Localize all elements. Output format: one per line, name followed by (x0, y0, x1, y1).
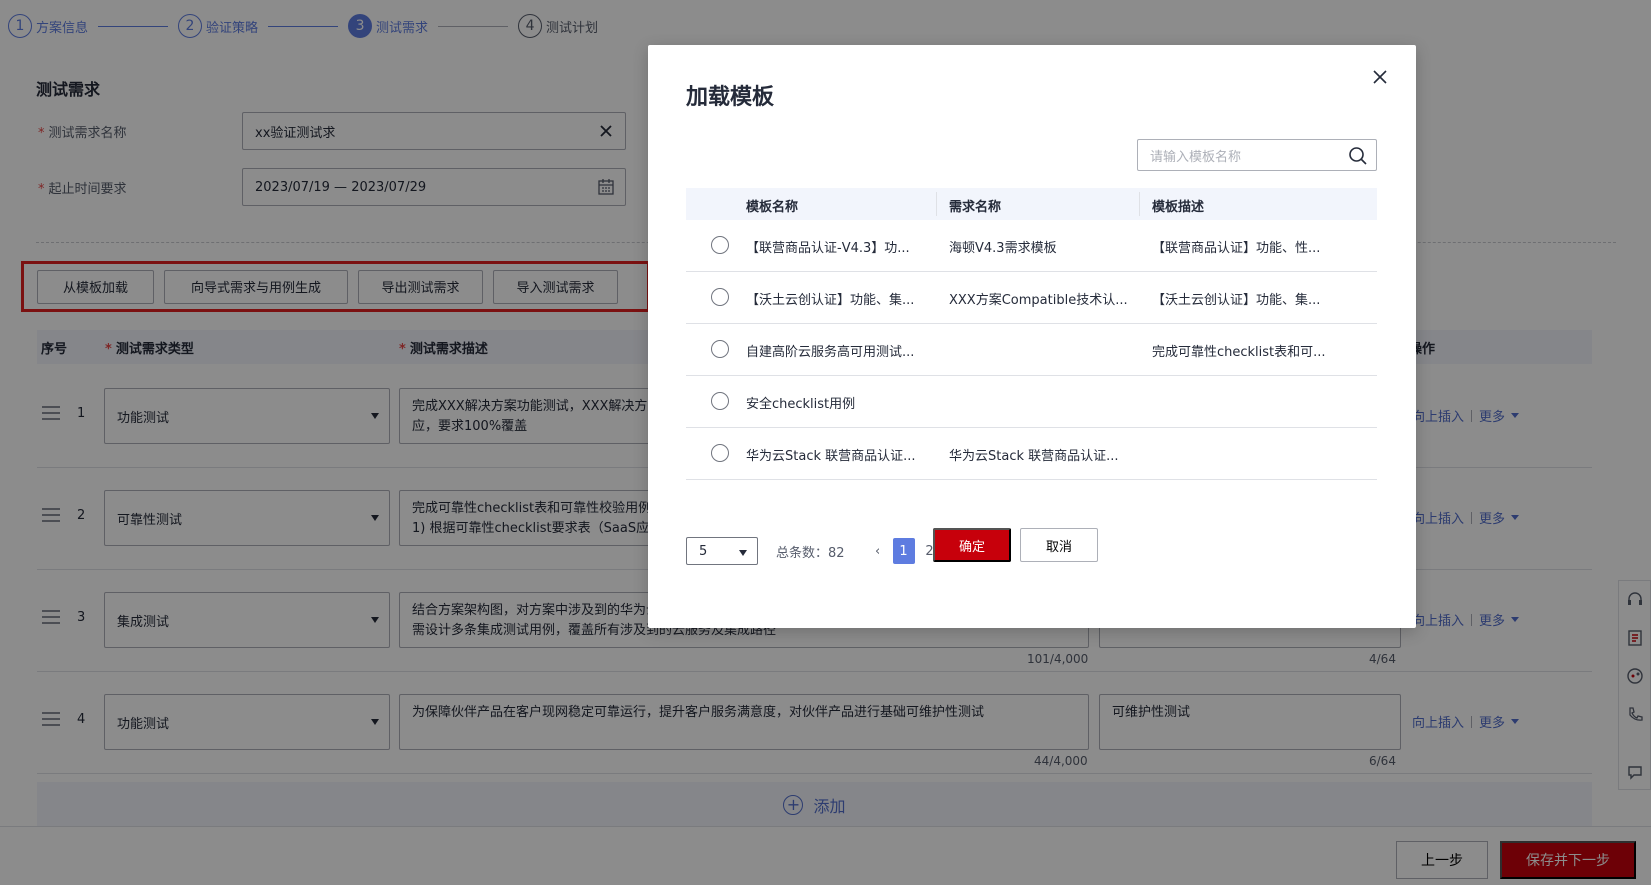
row-radio[interactable] (711, 444, 729, 462)
template-row[interactable]: 安全checklist用例 (686, 376, 1377, 428)
prev-page-icon[interactable]: ‹ (867, 544, 889, 559)
row-radio[interactable] (711, 236, 729, 254)
row-radio[interactable] (711, 288, 729, 306)
template-name-cell: 自建高阶云服务高可用测试... (746, 345, 915, 360)
template-name-cell: 【沃土云创认证】功能、集... (746, 293, 915, 308)
template-row[interactable]: 【联营商品认证-V4.3】功... 海顿V4.3需求模板 【联营商品认证】功能、… (686, 220, 1377, 272)
close-icon[interactable] (1372, 69, 1388, 85)
row-radio[interactable] (711, 392, 729, 410)
template-row[interactable]: 【沃土云创认证】功能、集... XXX方案Compatible技术认... 【沃… (686, 272, 1377, 324)
req-name-cell: XXX方案Compatible技术认... (949, 293, 1128, 308)
template-desc-cell: 完成可靠性checklist表和可... (1152, 345, 1326, 360)
req-name-cell: 海顿V4.3需求模板 (949, 241, 1057, 256)
col-template-desc: 模板描述 (1152, 200, 1205, 215)
template-row[interactable]: 华为云Stack 联营商品认证... 华为云Stack 联营商品认证... (686, 428, 1377, 480)
template-desc-cell: 【沃土云创认证】功能、集... (1152, 293, 1321, 308)
page-1[interactable]: 1 (892, 538, 915, 564)
template-desc-cell: 【联营商品认证】功能、性... (1152, 241, 1321, 256)
chevron-down-icon (739, 550, 747, 556)
template-row[interactable]: 自建高阶云服务高可用测试... 完成可靠性checklist表和可... (686, 324, 1377, 376)
confirm-button[interactable]: 确定 (933, 528, 1011, 562)
template-table: 模板名称 需求名称 模板描述 【联营商品认证-V4.3】功... 海顿V4.3需… (686, 188, 1377, 480)
col-req-name: 需求名称 (949, 200, 1002, 215)
template-name-cell: 华为云Stack 联营商品认证... (746, 449, 916, 464)
search-icon[interactable] (1348, 146, 1368, 166)
cancel-button[interactable]: 取消 (1020, 528, 1098, 562)
template-search-input[interactable]: 请输入模板名称 (1137, 139, 1377, 171)
template-name-cell: 安全checklist用例 (746, 397, 856, 412)
load-template-dialog: 加载模板 请输入模板名称 模板名称 需求名称 模板描述 【联营商品认证-V4.3… (648, 45, 1416, 628)
page-size-value: 5 (699, 543, 708, 559)
total-count: 总条数：82 (776, 545, 845, 561)
req-name-cell: 华为云Stack 联营商品认证... (949, 449, 1119, 464)
template-table-header: 模板名称 需求名称 模板描述 (686, 188, 1377, 220)
row-radio[interactable] (711, 340, 729, 358)
dialog-title: 加载模板 (686, 85, 775, 110)
page-size-select[interactable]: 5 (686, 537, 758, 565)
col-template-name: 模板名称 (746, 200, 799, 215)
search-placeholder: 请输入模板名称 (1150, 149, 1242, 165)
template-name-cell: 【联营商品认证-V4.3】功... (746, 241, 910, 256)
